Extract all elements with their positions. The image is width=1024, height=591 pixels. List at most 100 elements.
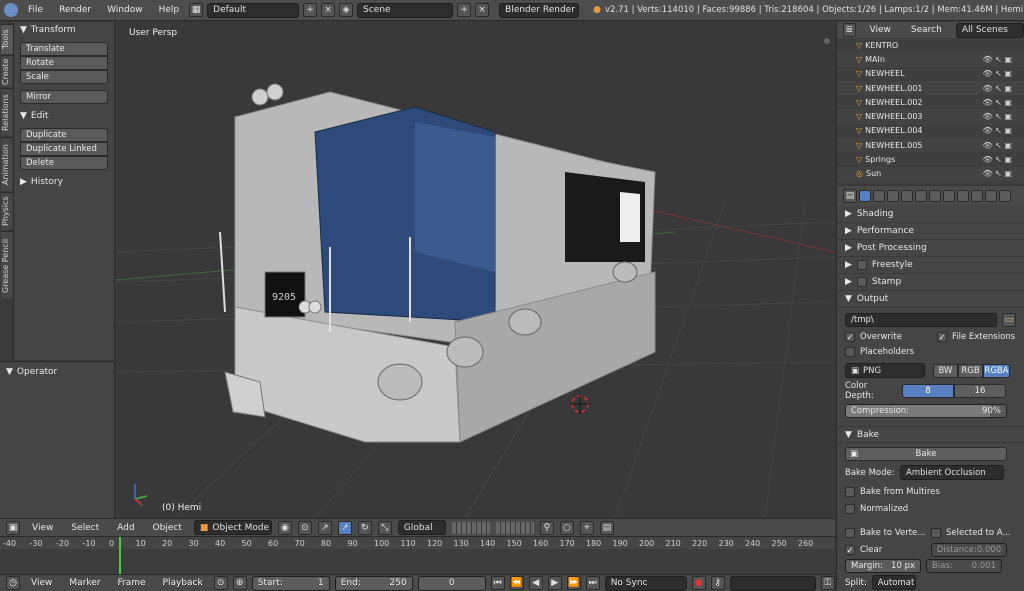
depth-16-button[interactable]: 16 — [954, 384, 1006, 398]
keying-set-icon[interactable]: ⚷ — [710, 576, 725, 590]
sync-dropdown[interactable]: No Sync — [604, 575, 687, 591]
bake-from-multires-checkbox[interactable] — [845, 487, 855, 497]
scene-add-icon[interactable]: + — [457, 3, 472, 17]
rgb-button[interactable]: RGB — [958, 363, 983, 378]
menu-marker[interactable]: Marker — [63, 578, 106, 588]
outliner-row[interactable]: ▽ NEWHEEL 👁 ↖ ▣ — [837, 67, 1024, 81]
menu-render[interactable]: Render — [53, 5, 97, 15]
file-format-dropdown[interactable]: ▣ PNG — [845, 363, 925, 378]
scale-manipulator-icon[interactable]: ⤡ — [377, 520, 392, 535]
folder-icon[interactable]: ▭ — [1002, 313, 1016, 327]
render-engine-dropdown[interactable]: Blender Render — [499, 2, 580, 18]
mirror-button[interactable]: Mirror — [20, 90, 108, 104]
visibility-icons[interactable]: 👁 ↖ ▣ — [982, 126, 1012, 135]
performance-section-header[interactable]: ▶ Performance — [837, 223, 1024, 240]
editor-type-icon[interactable]: ▣ — [6, 520, 20, 535]
transform-panel-header[interactable]: ▼ Transform — [14, 22, 114, 38]
play-reverse-icon[interactable]: ◀ — [528, 576, 543, 590]
outliner-scenes-dropdown[interactable]: All Scenes — [955, 22, 1024, 38]
properties-editor-icon[interactable]: ▤ — [843, 189, 857, 203]
pivot-icon[interactable]: ⊙ — [297, 520, 312, 535]
overwrite-checkbox[interactable]: ✓ — [845, 332, 855, 342]
menu-select[interactable]: Select — [65, 523, 105, 533]
outliner-row[interactable]: ▽ NEWHEEL.001 👁 ↖ ▣ — [837, 80, 1024, 96]
3d-cursor-icon[interactable] — [570, 394, 590, 414]
current-frame-field[interactable]: 0 — [417, 575, 486, 591]
output-path-field[interactable]: /tmp\ — [845, 313, 997, 327]
outliner-row[interactable]: ▽ NEWHEEL.005 👁 ↖ ▣ — [837, 138, 1024, 153]
stamp-section-header[interactable]: ▶ Stamp — [837, 274, 1024, 291]
bake-mode-dropdown[interactable]: Ambient Occlusion — [900, 465, 1004, 480]
bake-section-header[interactable]: ▼ Bake — [837, 426, 1024, 443]
normalized-checkbox[interactable] — [845, 504, 855, 514]
manipulator-icon[interactable]: ↗ — [317, 520, 332, 535]
placeholders-checkbox[interactable] — [845, 347, 855, 357]
world-tab-icon[interactable] — [901, 190, 913, 202]
menu-view[interactable]: View — [26, 523, 59, 533]
outliner-row[interactable]: ▽ NEWHEEL.002 👁 ↖ ▣ — [837, 95, 1024, 109]
shading-section-header[interactable]: ▶ Shading — [837, 206, 1024, 223]
outliner-row[interactable]: ▽ NEWHEEL.004 👁 ↖ ▣ — [837, 124, 1024, 138]
freestyle-checkbox[interactable] — [856, 260, 867, 270]
physics-tab-icon[interactable] — [999, 190, 1011, 202]
outliner-row[interactable]: ▽ KENTRO — [837, 38, 1024, 52]
rotate-manipulator-icon[interactable]: ↻ — [357, 520, 372, 535]
translate-button[interactable]: Translate — [20, 42, 108, 56]
compression-slider[interactable]: Compression: 90% — [845, 404, 1007, 418]
scene-icon[interactable]: ◈ — [339, 3, 354, 17]
layers-grid-2[interactable] — [495, 521, 534, 534]
rgba-button[interactable]: RGBA — [983, 363, 1010, 378]
record-icon[interactable]: ● — [691, 576, 706, 590]
file-extensions-checkbox[interactable]: ✓ — [937, 332, 947, 342]
locomotive-model[interactable]: 9205 — [219, 83, 656, 443]
history-panel-header[interactable]: ▶ History — [14, 174, 114, 190]
visibility-icons[interactable]: 👁 ↖ ▣ — [982, 98, 1012, 107]
split-dropdown[interactable]: Automat — [871, 575, 916, 590]
start-frame-field[interactable]: Start: 1 — [251, 575, 330, 591]
tab-relations[interactable]: Relations — [1, 88, 13, 136]
rotate-button[interactable]: Rotate — [20, 56, 108, 70]
scale-button[interactable]: Scale — [20, 70, 108, 84]
delete-button[interactable]: Delete — [20, 156, 108, 170]
tab-physics[interactable]: Physics — [1, 192, 13, 230]
menu-frame[interactable]: Frame — [111, 578, 151, 588]
timeline-editor-icon[interactable]: ◷ — [6, 576, 20, 590]
menu-help[interactable]: Help — [153, 5, 186, 15]
timeline-area[interactable]: -40 -30 -20 -10 0 10 20 30 40 50 60 70 80 90 100 110 120… — [0, 536, 835, 574]
stamp-checkbox[interactable] — [856, 277, 867, 287]
clear-checkbox[interactable]: ✓ — [845, 545, 855, 555]
menu-timeline-view[interactable]: View — [25, 578, 58, 588]
bias-field[interactable]: Bias: 0.001 — [926, 559, 1002, 573]
menu-file[interactable]: File — [22, 5, 49, 15]
visibility-icons[interactable]: 👁 ↖ ▣ — [982, 155, 1012, 164]
duplicate-linked-button[interactable]: Duplicate Linked — [20, 142, 108, 156]
menu-playback[interactable]: Playback — [157, 578, 209, 588]
visibility-icons[interactable]: 👁 ↖ ▣ — [982, 69, 1012, 78]
edit-panel-header[interactable]: ▼ Edit — [14, 108, 114, 124]
tab-grease-pencil[interactable]: Grease Pencil — [1, 231, 13, 299]
visibility-icons[interactable]: 👁 ↖ ▣ — [982, 55, 1012, 64]
layout-dropdown[interactable]: Default — [207, 2, 300, 18]
constraints-tab-icon[interactable] — [929, 190, 941, 202]
layout-icon[interactable]: ▦ — [189, 3, 204, 17]
current-frame-marker[interactable] — [119, 537, 121, 574]
viewport-corner-icon[interactable] — [824, 38, 830, 44]
visibility-icons[interactable]: 👁 ↖ ▣ — [982, 84, 1012, 93]
duplicate-button[interactable]: Duplicate — [20, 128, 108, 142]
post-processing-section-header[interactable]: ▶ Post Processing — [837, 240, 1024, 257]
translate-manipulator-icon[interactable]: ↗ — [337, 520, 352, 535]
bake-to-vertex-checkbox[interactable] — [845, 528, 855, 538]
blender-logo-icon[interactable] — [4, 3, 18, 17]
distance-field[interactable]: Distance:0.000 — [931, 543, 1007, 557]
object-tab-icon[interactable] — [915, 190, 927, 202]
scene-remove-icon[interactable]: × — [475, 3, 490, 17]
end-frame-field[interactable]: End: 250 — [334, 575, 413, 591]
data-tab-icon[interactable] — [957, 190, 969, 202]
menu-add[interactable]: Add — [111, 523, 140, 533]
bake-button[interactable]: ▣ Bake — [845, 447, 1007, 461]
scene-tab-icon[interactable] — [887, 190, 899, 202]
bw-button[interactable]: BW — [933, 363, 958, 378]
keying-set-field[interactable] — [729, 575, 816, 591]
outliner-row[interactable]: ◎ Sun 👁 ↖ ▣ — [837, 166, 1024, 181]
proportional-edit-icon[interactable]: ○ — [559, 520, 574, 535]
